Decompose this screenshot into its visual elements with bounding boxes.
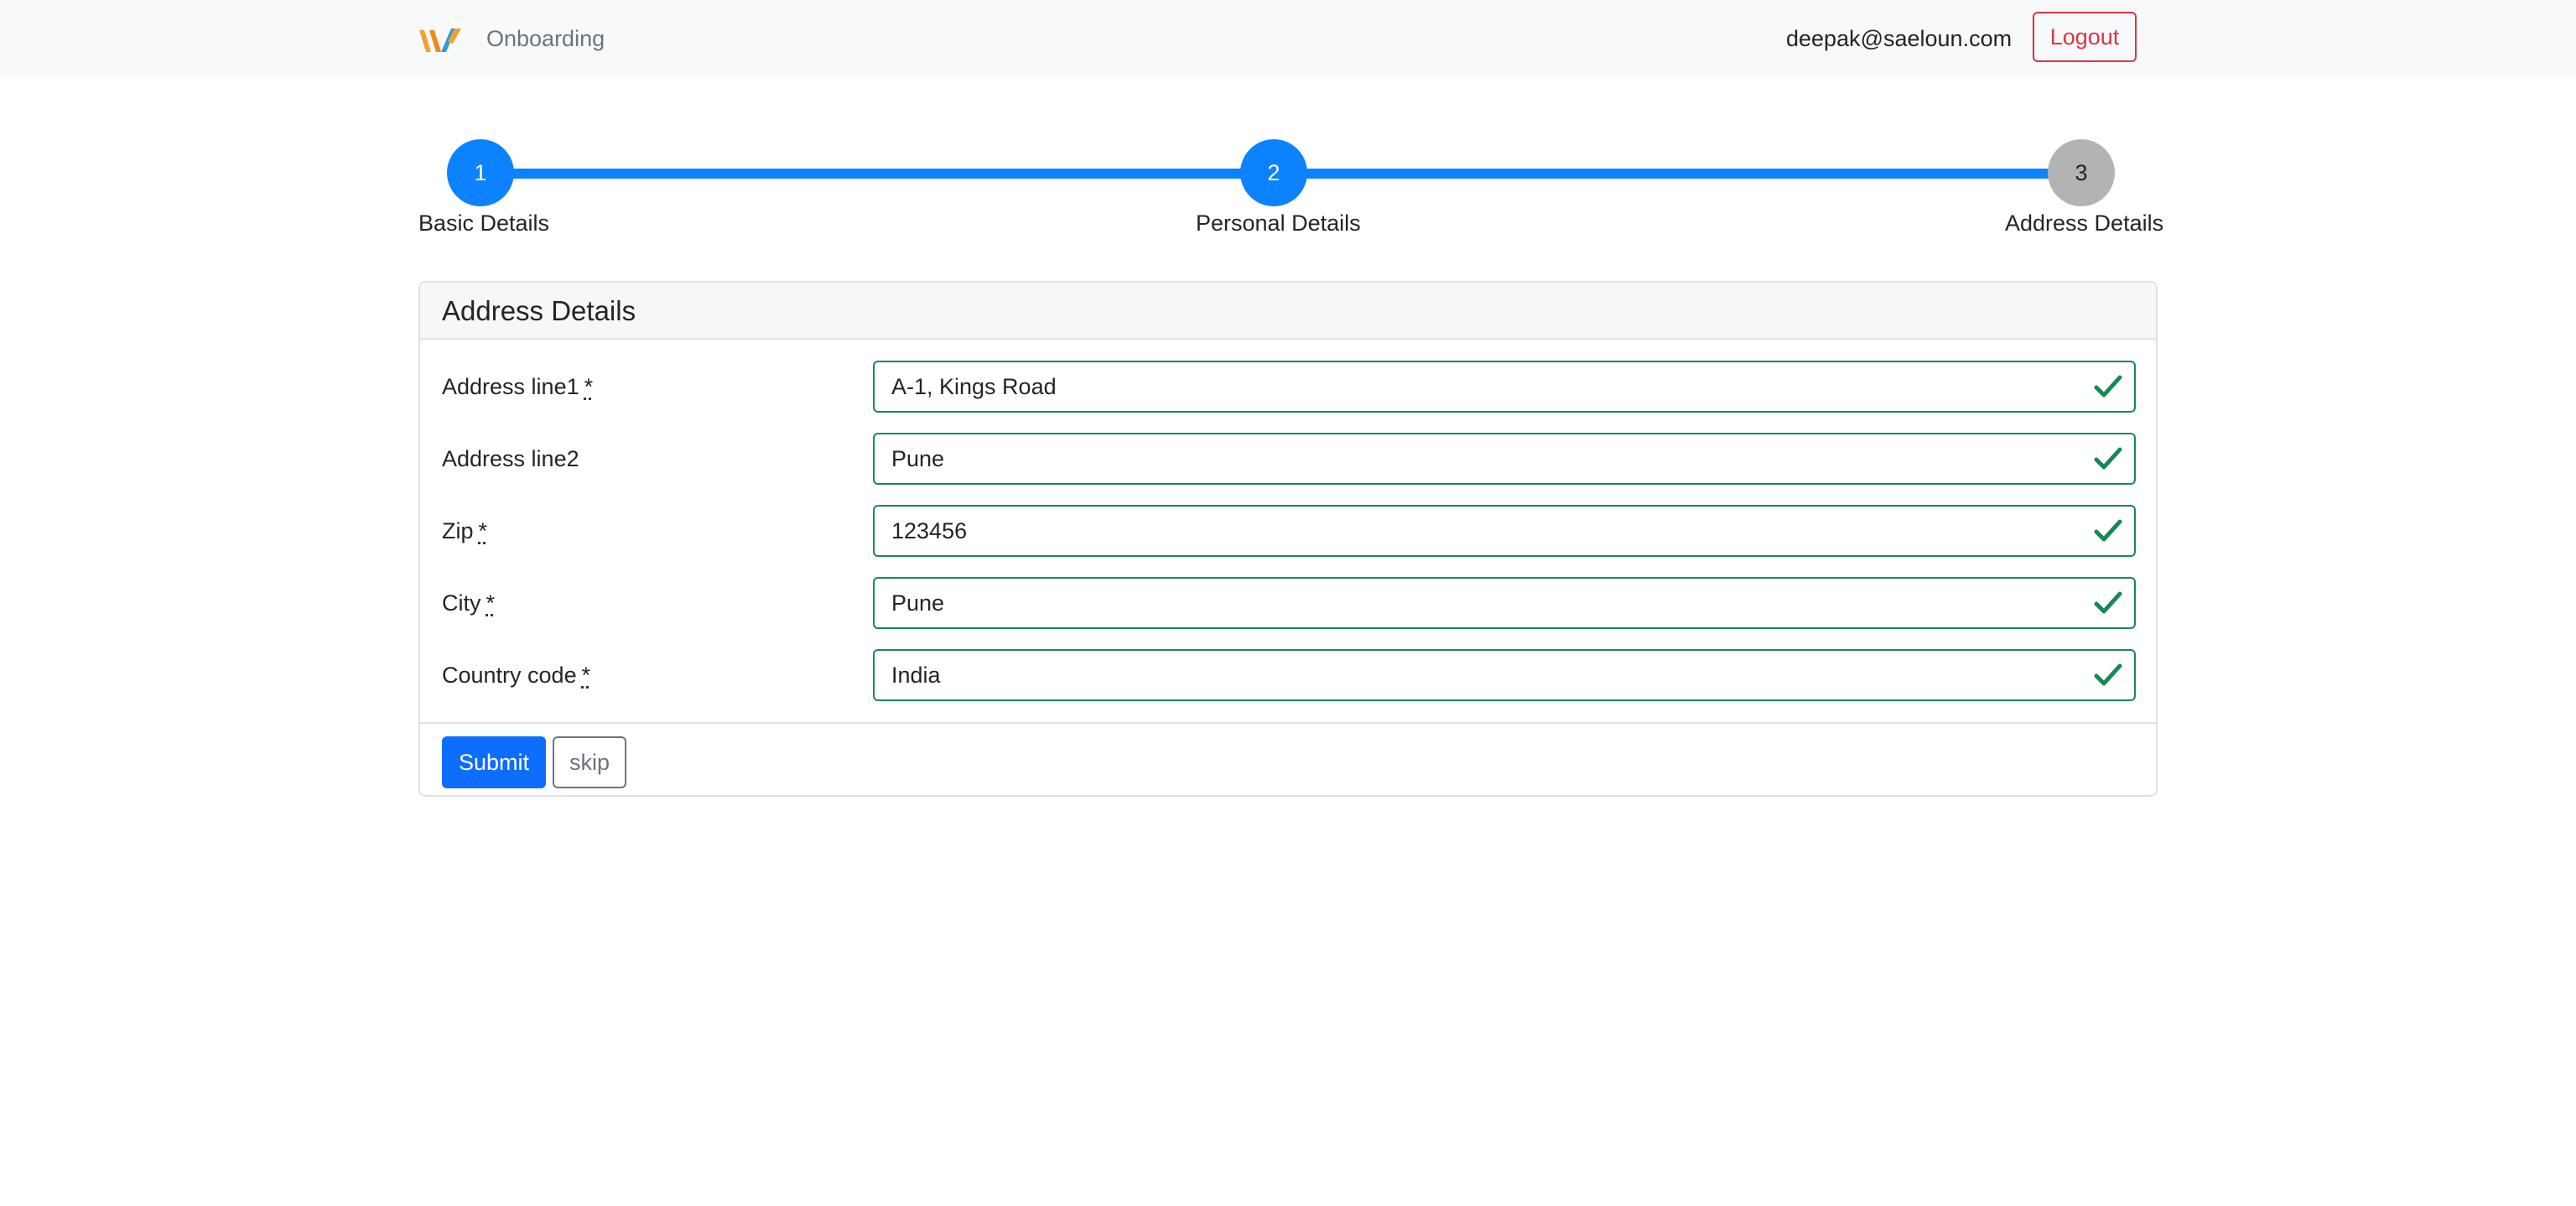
check-icon [2094, 447, 2122, 470]
zip-label: Zip * [442, 518, 488, 543]
skip-button[interactable]: skip [553, 736, 626, 788]
zip-row: Zip * [420, 505, 2156, 557]
check-icon [2094, 519, 2122, 542]
required-marker: * [486, 590, 496, 616]
form-title: Address Details [442, 295, 636, 326]
country-code-label: Country code * [442, 663, 591, 688]
address-line2-row: Address line2 [420, 433, 2156, 485]
required-marker: * [478, 518, 488, 543]
required-marker: * [584, 374, 594, 399]
step-1-circle: 1 [447, 139, 514, 206]
progress-stepper: 1 2 3 Basic Details Personal Details Add… [0, 0, 2576, 252]
city-input[interactable] [873, 577, 2136, 629]
address-form-card: Address Details Address line1* Address l… [418, 281, 2158, 797]
card-footer: Submit skip [420, 722, 2156, 795]
zip-input[interactable] [873, 505, 2136, 557]
step-1-label: Basic Details [418, 211, 550, 236]
address-line2-input[interactable] [873, 433, 2136, 485]
country-code-row: Country code * [420, 649, 2156, 701]
step-connector-2-3 [1306, 169, 2083, 179]
card-header: Address Details [420, 283, 2156, 340]
check-icon [2094, 375, 2122, 398]
step-3-circle: 3 [2048, 139, 2115, 206]
country-code-input[interactable] [873, 649, 2136, 701]
address-line1-label: Address line1 * [442, 374, 594, 399]
address-line1-input[interactable] [873, 361, 2136, 413]
step-3-label: Address Details [2005, 211, 2164, 236]
city-row: City * [420, 577, 2156, 629]
step-connector-1-2 [513, 169, 1275, 179]
address-line1-row: Address line1 * [420, 361, 2156, 413]
check-icon [2094, 591, 2122, 614]
submit-button[interactable]: Submit [442, 736, 546, 788]
address-line2-label: Address line2 [442, 446, 579, 471]
step-2-label: Personal Details [1196, 211, 1361, 236]
city-label: City * [442, 590, 496, 616]
check-icon [2094, 663, 2122, 686]
step-2-circle: 2 [1240, 139, 1307, 206]
required-marker: * [581, 663, 591, 688]
